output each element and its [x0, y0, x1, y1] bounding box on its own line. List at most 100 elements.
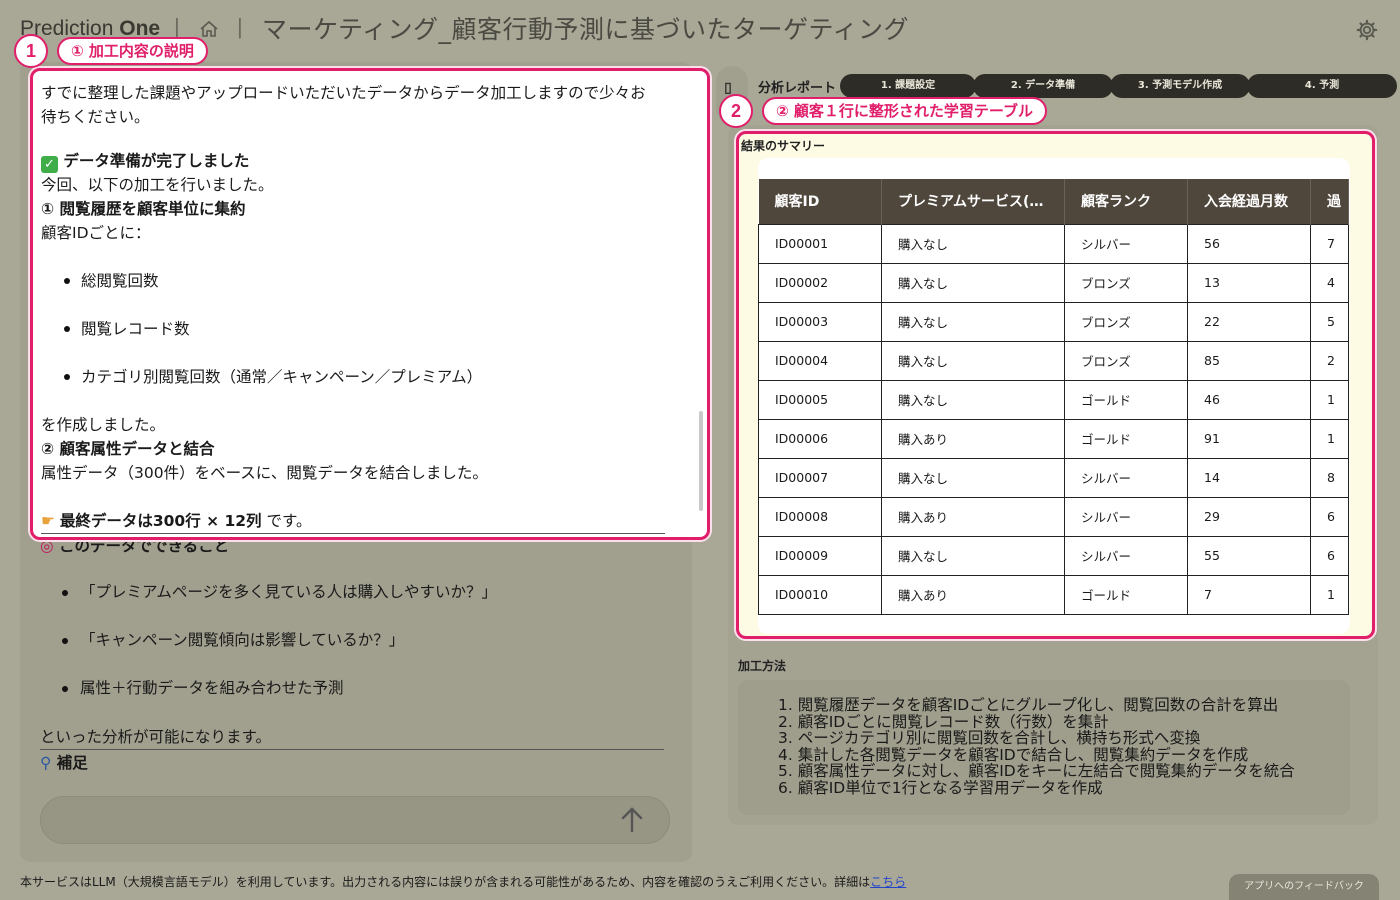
method-item: 5. 顧客属性データに対し、顧客IDをキーに左結合で閲覧集約データを統合 — [778, 762, 1295, 780]
chat-input[interactable] — [40, 796, 670, 844]
bullet — [64, 278, 70, 284]
table-cell: ID00008 — [758, 496, 882, 537]
table-cell: 購入なし — [881, 223, 1065, 264]
table-body: ID00001 購入なし シルバー 56 7 ID00002 購入なし ブロンズ 13 4 ID00… — [758, 223, 1349, 615]
table-header-cell[interactable]: 過 — [1310, 179, 1349, 224]
table-cell: 6 — [1310, 496, 1349, 537]
app-header: Prediction One | | マーケティング_顧客行動予測に基づいたター… — [0, 0, 1400, 58]
table-cell: ID00006 — [758, 418, 882, 459]
list-item: カテゴリ別閲覧回数（通常／キャンペーン／プレミアム） — [81, 368, 483, 386]
table-row: ID00010 購入あり ゴールド 7 1 — [758, 574, 1349, 615]
list-item: 閲覧レコード数 — [81, 320, 190, 338]
method-list: 1. 閲覧履歴データを顧客IDごとにグループ化し、閲覧回数の合計を算出 2. 顧客… — [778, 697, 1295, 796]
table-header-cell[interactable]: プレミアムサービス(… — [881, 179, 1065, 224]
step-3[interactable]: 3. 予測モデル作成 — [1110, 74, 1250, 98]
table-header-row: 顧客ID プレミアムサービス(… 顧客ランク 入会経過月数過 — [758, 179, 1349, 224]
table-cell: 7 — [1187, 574, 1311, 615]
arrow-up-icon[interactable] — [619, 806, 645, 834]
step2-sub: 属性データ（300件）をベースに、閲覧データを結合しました。 — [41, 464, 488, 482]
table-cell: ID00010 — [758, 574, 882, 615]
list-item: 総閲覧回数 — [81, 272, 159, 290]
chat-can-after: といった分析が可能になります。 — [40, 728, 271, 746]
table-cell: ID00009 — [758, 535, 882, 576]
step-2[interactable]: 2. データ準備 — [973, 74, 1113, 98]
table-row: ID00005 購入なし ゴールド 46 1 — [758, 379, 1349, 420]
method-title: 加工方法 — [738, 659, 787, 673]
table-header-cell[interactable]: 顧客ID — [758, 179, 882, 224]
table-cell: シルバー — [1064, 496, 1188, 537]
list-item: 「プレミアムページを多く見ている人は購入しやすいか？」 — [80, 583, 497, 601]
footer-notice: 本サービスはLLM（大規模言語モデル）を利用しています。出力される内容には誤りが… — [20, 875, 907, 889]
bullet — [62, 686, 68, 692]
divider — [41, 533, 665, 534]
step-1[interactable]: 1. 課題設定 — [840, 74, 976, 98]
table-row: ID00002 購入なし ブロンズ 13 4 — [758, 262, 1349, 303]
feedback-button[interactable]: アプリへのフィードバック — [1229, 874, 1379, 900]
table-cell: シルバー — [1064, 535, 1188, 576]
table-cell: ゴールド — [1064, 574, 1188, 615]
table-cell: 7 — [1310, 223, 1349, 264]
table-cell: シルバー — [1064, 457, 1188, 498]
table-cell: 14 — [1187, 457, 1311, 498]
table-row: ID00003 購入なし ブロンズ 22 5 — [758, 301, 1349, 342]
callout-label-1: ① 加工内容の説明 — [57, 37, 208, 65]
bullet — [62, 590, 68, 596]
table-cell: 2 — [1310, 340, 1349, 381]
table-cell: ID00002 — [758, 262, 882, 303]
table-cell: 1 — [1310, 418, 1349, 459]
method-item: 6. 顧客ID単位で1行となる学習用データを作成 — [778, 778, 1103, 797]
check-box-icon: ✓ — [41, 156, 58, 173]
table-cell: 購入なし — [881, 340, 1065, 381]
table-cell: シルバー — [1064, 223, 1188, 264]
page-title: マーケティング_顧客行動予測に基づいたターゲティング — [262, 15, 910, 44]
header-divider: | — [237, 14, 243, 39]
table-header-cell[interactable]: 顧客ランク — [1064, 179, 1188, 224]
table-cell: ID00003 — [758, 301, 882, 342]
table-cell: ID00005 — [758, 379, 882, 420]
list-item: 属性＋行動データを組み合わせた予測 — [80, 679, 344, 697]
table-cell: ID00007 — [758, 457, 882, 498]
table-cell: ゴールド — [1064, 379, 1188, 420]
table-cell: 購入なし — [881, 457, 1065, 498]
table-cell: 22 — [1187, 301, 1311, 342]
table-cell: 1 — [1310, 574, 1349, 615]
final-summary: ☛ 最終データは300行 × 12列 です。 — [41, 512, 312, 530]
table-cell: ブロンズ — [1064, 262, 1188, 303]
summary-table: 顧客ID プレミアムサービス(… 顧客ランク 入会経過月数過 ID00001 購入なしシ… — [758, 179, 1349, 615]
table-cell: ブロンズ — [1064, 301, 1188, 342]
done-heading: ✓ データ準備が完了しました — [41, 149, 249, 173]
gear-icon[interactable] — [1356, 19, 1378, 41]
table-cell: 6 — [1310, 535, 1349, 576]
summary-title: 結果のサマリー — [741, 139, 826, 153]
step-4[interactable]: 4. 予測 — [1247, 74, 1397, 98]
method-item: 4. 集計した各閲覧データを顧客IDで結合し、閲覧集約データを作成 — [778, 745, 1249, 764]
table-row: ID00006 購入あり ゴールド 91 1 — [758, 418, 1349, 459]
table-cell: 13 — [1187, 262, 1311, 303]
table-row: ID00008 購入あり シルバー 29 6 — [758, 496, 1349, 537]
explanation-card: すでに整理した課題やアップロードいただいたデータからデータ加工しますので少々お … — [30, 68, 710, 540]
table-cell: 85 — [1187, 340, 1311, 381]
table-card: 顧客ID プレミアムサービス(… 顧客ランク 入会経過月数過 ID00001 購入なしシ… — [758, 158, 1350, 634]
step1-heading: ① 閲覧履歴を顧客単位に集約 — [41, 200, 246, 218]
method-item: 2. 顧客IDごとに閲覧レコード数（行数）を集計 — [778, 712, 1109, 731]
table-cell: ブロンズ — [1064, 340, 1188, 381]
report-label: 分析レポート — [758, 81, 837, 96]
table-cell: ID00001 — [758, 223, 882, 264]
table-cell: 購入あり — [881, 418, 1065, 459]
callout-label-2: ② 顧客１行に整形された学習テーブル — [762, 97, 1048, 125]
scrollbar[interactable] — [699, 411, 703, 511]
table-row: ID00007 購入なし シルバー 14 8 — [758, 457, 1349, 498]
pointing-hand-icon: ☛ — [41, 512, 55, 530]
table-cell: 購入あり — [881, 574, 1065, 615]
method-item: 1. 閲覧履歴データを顧客IDごとにグループ化し、閲覧回数の合計を算出 — [778, 696, 1279, 714]
chat-intro: すでに整理した課題やアップロードいただいたデータからデータ加工しますので少々お — [41, 84, 646, 102]
bullet — [62, 638, 68, 644]
details-link[interactable]: こちら — [870, 875, 906, 889]
table-header-cell[interactable]: 入会経過月数 — [1187, 179, 1311, 224]
method-item: 3. ページカテゴリ別に閲覧回数を合計し、横持ち形式へ変換 — [778, 729, 1201, 747]
home-icon[interactable] — [199, 19, 219, 39]
table-cell: 購入なし — [881, 301, 1065, 342]
table-cell: 購入なし — [881, 262, 1065, 303]
step1-sub: 顧客IDごとに： — [41, 224, 151, 242]
table-row: ID00004 購入なし ブロンズ 85 2 — [758, 340, 1349, 381]
